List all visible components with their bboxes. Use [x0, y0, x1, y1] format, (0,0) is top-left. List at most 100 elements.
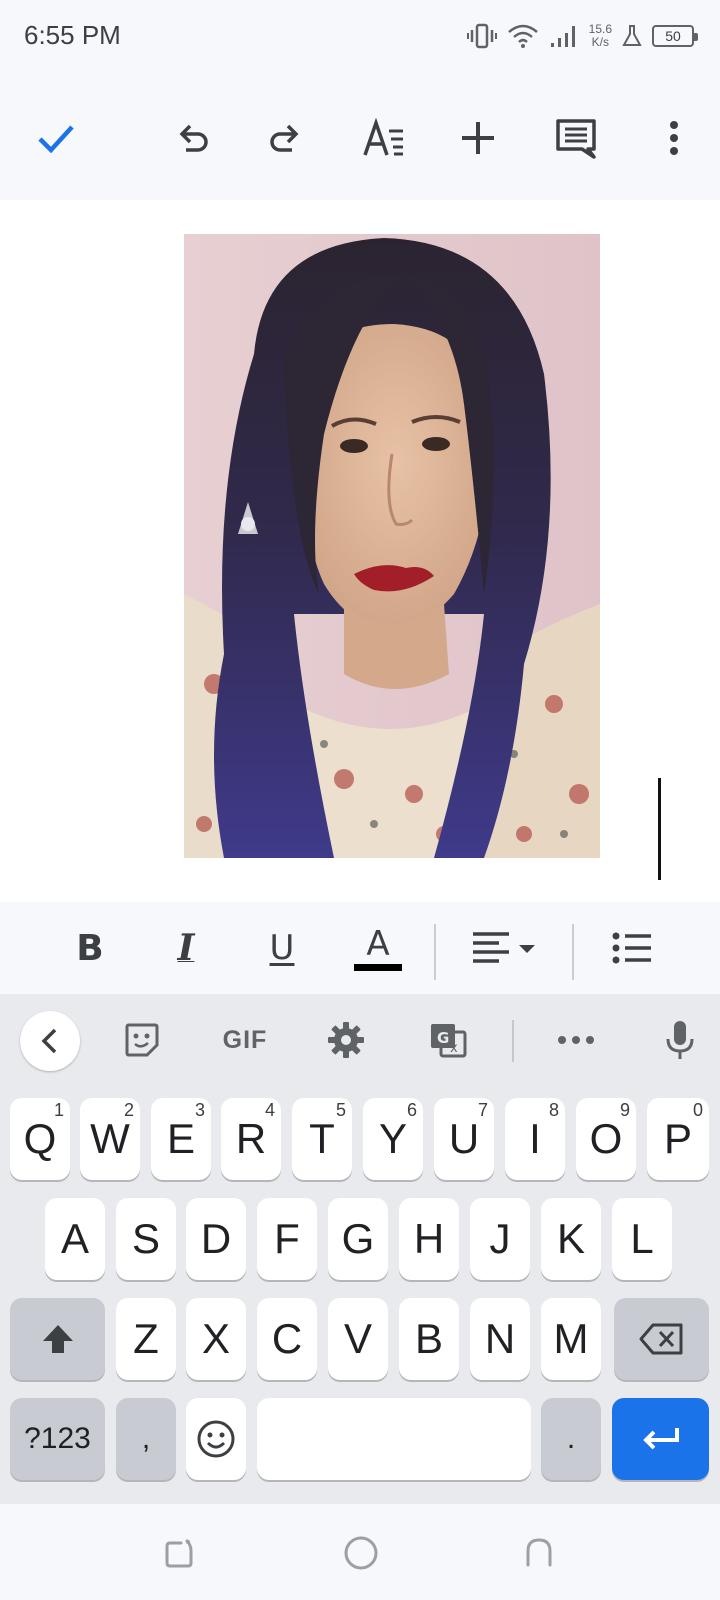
- key-w[interactable]: W2: [80, 1098, 140, 1180]
- space-key[interactable]: [257, 1398, 531, 1480]
- more-icon: [558, 1036, 594, 1044]
- mic-icon: [666, 1021, 694, 1059]
- key-r[interactable]: R4: [221, 1098, 281, 1180]
- enter-icon: [642, 1428, 679, 1450]
- comment-icon: [556, 119, 596, 159]
- shift-icon: [42, 1325, 73, 1353]
- bulleted-list-icon: [612, 932, 651, 964]
- key-n[interactable]: N: [470, 1298, 530, 1380]
- symbols-key[interactable]: ?123: [10, 1398, 105, 1480]
- key-label: S: [131, 1215, 160, 1262]
- undo-button[interactable]: [162, 108, 222, 168]
- key-label: I: [529, 1115, 541, 1162]
- home-icon: [344, 1536, 378, 1570]
- more-options-icon: [670, 121, 678, 155]
- gif-button[interactable]: GIF: [210, 1010, 280, 1070]
- key-d[interactable]: D: [186, 1198, 246, 1280]
- status-bar: 6:55 PM 15.6 K/s 50: [0, 0, 720, 76]
- key-s[interactable]: S: [116, 1198, 176, 1280]
- key-label: T: [309, 1115, 335, 1162]
- redo-button[interactable]: [256, 108, 316, 168]
- more-options-button[interactable]: [644, 108, 704, 168]
- gif-label: GIF: [222, 1025, 268, 1054]
- key-u[interactable]: U7: [434, 1098, 494, 1180]
- key-m[interactable]: M: [541, 1298, 601, 1380]
- status-icons: 15.6 K/s 50: [466, 20, 698, 52]
- backspace-key[interactable]: [614, 1298, 709, 1380]
- done-button[interactable]: [26, 108, 86, 168]
- shift-key[interactable]: [10, 1298, 105, 1380]
- key-c[interactable]: C: [257, 1298, 317, 1380]
- key-label: G: [341, 1215, 375, 1262]
- keyboard: GIF G x Q 1 W 2 E 3 R 4 T 5 Y 6 U 7 I 8 …: [0, 994, 720, 1504]
- underline-label: U: [269, 928, 295, 968]
- wifi-icon: [507, 24, 538, 48]
- text-format-button[interactable]: [354, 108, 414, 168]
- translate-icon: G x: [431, 1024, 467, 1058]
- key-b[interactable]: B: [399, 1298, 459, 1380]
- key-k[interactable]: K: [541, 1198, 601, 1280]
- voice-input-button[interactable]: [650, 1010, 710, 1070]
- recent-apps-button[interactable]: [154, 1528, 204, 1578]
- underline-button[interactable]: U: [254, 918, 310, 978]
- document-canvas[interactable]: [0, 200, 720, 902]
- period-key[interactable]: .: [541, 1398, 601, 1480]
- key-h[interactable]: H: [399, 1198, 459, 1280]
- key-hint: 3: [194, 1100, 205, 1120]
- key-label: O: [589, 1115, 623, 1162]
- back-button[interactable]: [514, 1528, 564, 1578]
- bulleted-list-button[interactable]: [604, 918, 660, 978]
- key-label: N: [484, 1315, 516, 1362]
- align-left-icon: [473, 932, 535, 963]
- comment-button[interactable]: [546, 108, 606, 168]
- key-label: ,: [141, 1422, 151, 1455]
- keyboard-back-button[interactable]: [20, 1011, 80, 1071]
- key-o[interactable]: O9: [576, 1098, 636, 1180]
- key-hint: 5: [335, 1100, 346, 1120]
- key-l[interactable]: L: [612, 1198, 672, 1280]
- key-g[interactable]: G: [328, 1198, 388, 1280]
- format-divider: [434, 924, 436, 980]
- document-image[interactable]: [184, 234, 600, 858]
- enter-key[interactable]: [612, 1398, 709, 1480]
- key-e[interactable]: E3: [151, 1098, 211, 1180]
- key-y[interactable]: Y6: [363, 1098, 423, 1180]
- key-p[interactable]: P0: [647, 1098, 709, 1180]
- network-speed: 15.6 K/s: [589, 23, 612, 49]
- comma-key[interactable]: ,: [116, 1398, 176, 1480]
- key-t[interactable]: T5: [292, 1098, 352, 1180]
- key-f[interactable]: F: [257, 1198, 317, 1280]
- keyboard-settings-button[interactable]: [316, 1010, 376, 1070]
- key-q[interactable]: Q1: [10, 1098, 70, 1180]
- key-j[interactable]: J: [470, 1198, 530, 1280]
- emoji-icon: [197, 1420, 235, 1458]
- format-divider: [572, 924, 574, 980]
- key-hint: 7: [477, 1100, 488, 1120]
- key-a[interactable]: A: [45, 1198, 105, 1280]
- svg-text:G: G: [437, 1029, 449, 1047]
- text-color-button[interactable]: A: [350, 918, 406, 978]
- format-toolbar: B I U A: [0, 902, 720, 994]
- key-label: J: [489, 1215, 511, 1262]
- key-v[interactable]: V: [328, 1298, 388, 1380]
- chevron-down-icon: [519, 945, 535, 953]
- key-hint: 2: [123, 1100, 134, 1120]
- align-button[interactable]: [468, 918, 540, 978]
- status-time: 6:55 PM: [24, 20, 121, 50]
- more-button[interactable]: [546, 1010, 606, 1070]
- key-z[interactable]: Z: [116, 1298, 176, 1380]
- key-x[interactable]: X: [186, 1298, 246, 1380]
- key-hint: 1: [53, 1100, 64, 1120]
- insert-button[interactable]: [448, 108, 508, 168]
- key-label: M: [553, 1315, 589, 1362]
- key-label: Z: [133, 1315, 159, 1362]
- home-button[interactable]: [336, 1528, 386, 1578]
- sticker-button[interactable]: [112, 1010, 172, 1070]
- emoji-key[interactable]: [186, 1398, 246, 1480]
- key-label: L: [630, 1215, 654, 1262]
- key-i[interactable]: I8: [505, 1098, 565, 1180]
- italic-button[interactable]: I: [158, 918, 214, 978]
- translate-button[interactable]: G x: [418, 1010, 478, 1070]
- signal-icon: [550, 26, 575, 47]
- bold-button[interactable]: B: [62, 918, 118, 978]
